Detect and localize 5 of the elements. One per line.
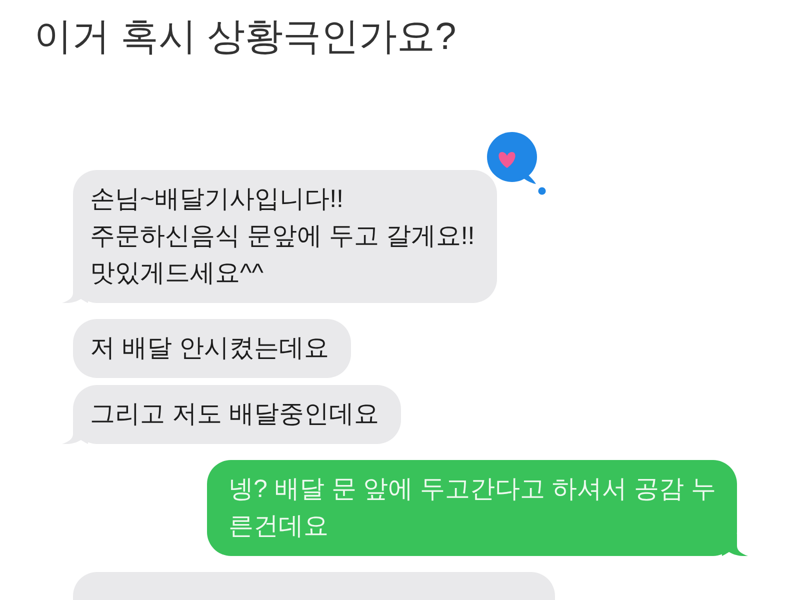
message-bubble: 손님~배달기사입니다!! 주문하신음식 문앞에 두고 갈게요!! 맛있게드세요^^: [62, 170, 497, 303]
message-bubble: 넹? 배달 문 앞에 두고간다고 하셔서 공감 누 른건데요: [207, 460, 748, 556]
message-bubble: 그리고 저도 배달중인데요: [62, 385, 401, 444]
page-title: 이거 혹시 상황극인가요?: [34, 15, 456, 60]
message-bubble: 저 배달 안시켰는데요: [62, 319, 351, 378]
